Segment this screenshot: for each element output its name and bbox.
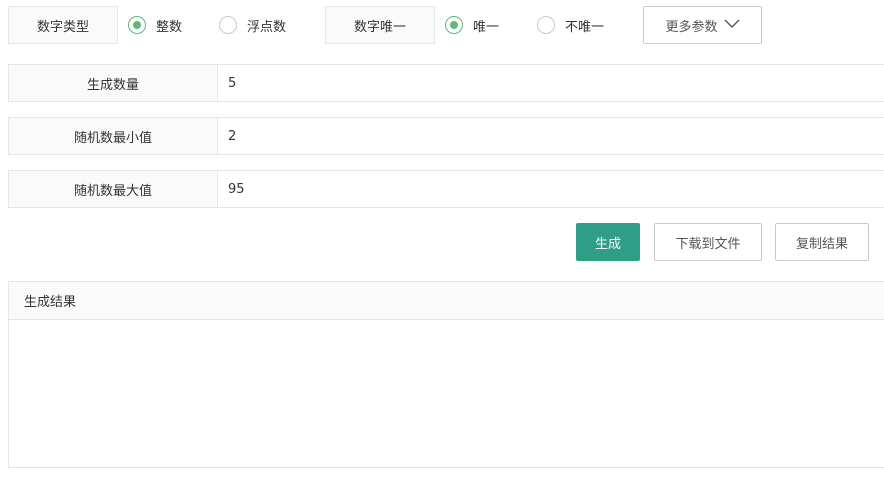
more-params-button[interactable]: 更多参数 — [643, 6, 762, 44]
radio-not-unique[interactable]: 不唯一 — [537, 6, 604, 44]
generate-button[interactable]: 生成 — [576, 223, 640, 261]
radio-unchecked-icon — [537, 16, 555, 34]
radio-integer[interactable]: 整数 — [128, 6, 182, 44]
radio-not-unique-label: 不唯一 — [565, 19, 605, 35]
radio-integer-label: 整数 — [156, 19, 183, 35]
count-label: 生成数量 — [9, 65, 218, 101]
number-type-label: 数字类型 — [8, 6, 118, 44]
max-input[interactable] — [218, 171, 884, 207]
result-panel: 生成结果 — [8, 281, 884, 468]
result-textarea[interactable] — [9, 320, 884, 467]
radio-unique-label: 唯一 — [473, 19, 500, 35]
copy-button[interactable]: 复制结果 — [775, 223, 869, 261]
max-row: 随机数最大值 — [8, 170, 884, 208]
radio-unique[interactable]: 唯一 — [445, 6, 499, 44]
chevron-down-icon — [724, 18, 740, 33]
min-input[interactable] — [218, 118, 884, 154]
result-title: 生成结果 — [9, 282, 884, 320]
radio-float[interactable]: 浮点数 — [219, 6, 286, 44]
count-row: 生成数量 — [8, 64, 884, 102]
min-row: 随机数最小值 — [8, 117, 884, 155]
radio-float-label: 浮点数 — [247, 19, 287, 35]
min-label: 随机数最小值 — [9, 118, 218, 154]
count-input[interactable] — [218, 65, 884, 101]
radio-unchecked-icon — [219, 16, 237, 34]
radio-checked-icon — [128, 16, 146, 34]
more-params-label: 更多参数 — [665, 19, 718, 35]
radio-checked-icon — [445, 16, 463, 34]
download-button[interactable]: 下载到文件 — [654, 223, 762, 261]
number-unique-label: 数字唯一 — [325, 6, 435, 44]
max-label: 随机数最大值 — [9, 171, 218, 207]
